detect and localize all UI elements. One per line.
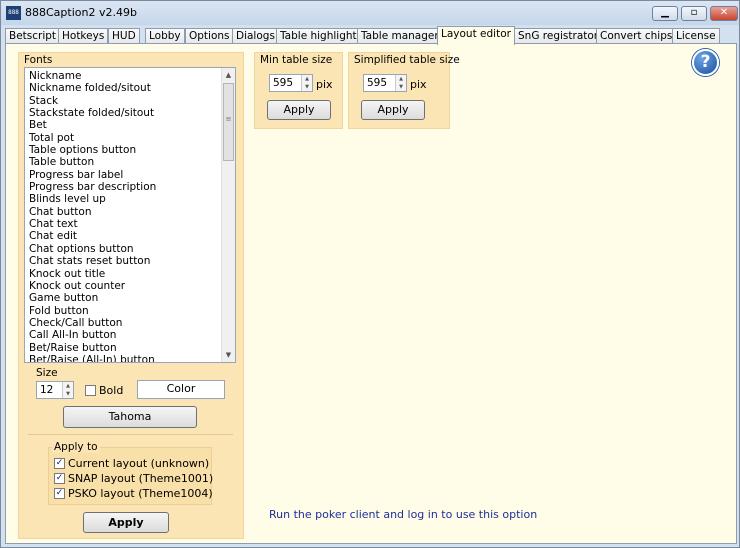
spin-up-icon[interactable]: ▲ <box>302 75 312 83</box>
grip-icon: ≡ <box>225 115 232 123</box>
tab-bar: Betscript Hotkeys HUD Lobby Options Dial… <box>5 26 737 45</box>
list-item[interactable]: Stackstate folded/sitout <box>29 107 235 119</box>
close-button[interactable]: ✕ <box>710 6 738 21</box>
list-item[interactable]: Fold button <box>29 305 235 317</box>
list-item[interactable]: Blinds level up <box>29 193 235 205</box>
apply-fonts-button[interactable]: Apply <box>83 512 169 533</box>
font-element-list[interactable]: Nickname Nickname folded/sitout Stack Stack… <box>24 67 236 363</box>
minimize-button[interactable]: ▁ <box>652 6 678 21</box>
list-item[interactable]: Bet/Raise (All-In) button <box>29 354 235 362</box>
spin-down-icon[interactable]: ▼ <box>63 390 73 398</box>
tab-license[interactable]: License <box>672 28 720 44</box>
tab-hotkeys[interactable]: Hotkeys <box>58 28 109 44</box>
list-item[interactable]: Nickname <box>29 70 235 82</box>
list-item[interactable]: Chat stats reset button <box>29 255 235 267</box>
window-title: 888Caption2 v2.49b <box>25 6 137 19</box>
font-size-value: 12 <box>40 384 54 396</box>
spin-up-icon[interactable]: ▲ <box>63 382 73 390</box>
simplified-table-apply-button[interactable]: Apply <box>361 100 425 120</box>
tab-betscript[interactable]: Betscript <box>5 28 61 44</box>
divider <box>28 434 233 435</box>
title-bar: 888 888Caption2 v2.49b ▁ ▫ ✕ <box>1 1 739 25</box>
list-item[interactable]: Knock out title <box>29 268 235 280</box>
tab-options[interactable]: Options <box>185 28 234 44</box>
scroll-up-icon[interactable]: ▲ <box>222 68 235 82</box>
list-item[interactable]: Bet/Raise button <box>29 342 235 354</box>
size-label: Size <box>36 367 58 379</box>
tab-table-highlight[interactable]: Table highlight <box>276 28 361 44</box>
list-item[interactable]: Chat options button <box>29 243 235 255</box>
font-size-stepper[interactable]: 12 ▲ ▼ <box>36 381 74 399</box>
scroll-thumb[interactable]: ≡ <box>223 83 234 161</box>
close-icon: ✕ <box>719 7 729 18</box>
psko-layout-label: PSKO layout (Theme1004) <box>68 487 213 500</box>
scroll-down-icon[interactable]: ▼ <box>222 348 235 362</box>
simplified-table-size-value: 595 <box>367 77 388 89</box>
list-item[interactable]: Total pot <box>29 132 235 144</box>
min-table-size-value: 595 <box>273 77 294 89</box>
apply-to-label: Apply to <box>52 441 100 453</box>
color-picker[interactable]: Color <box>137 380 225 399</box>
current-layout-label: Current layout (unknown) <box>68 457 210 470</box>
app-window: 888 888Caption2 v2.49b ▁ ▫ ✕ Betscript H… <box>0 0 740 548</box>
list-item[interactable]: Progress bar label <box>29 169 235 181</box>
list-item[interactable]: Table button <box>29 156 235 168</box>
list-item[interactable]: Chat text <box>29 218 235 230</box>
simplified-table-size-label: Simplified table size <box>354 54 460 66</box>
simplified-table-size-unit: pix <box>410 78 427 91</box>
list-item[interactable]: Bet <box>29 119 235 131</box>
maximize-icon: ▫ <box>690 7 698 18</box>
tab-hud[interactable]: HUD <box>108 28 140 44</box>
list-item[interactable]: Knock out counter <box>29 280 235 292</box>
spin-down-icon[interactable]: ▼ <box>302 83 312 91</box>
spin-up-icon[interactable]: ▲ <box>396 75 406 83</box>
list-item[interactable]: Chat edit <box>29 230 235 242</box>
list-item[interactable]: Check/Call button <box>29 317 235 329</box>
list-item[interactable]: Nickname folded/sitout <box>29 82 235 94</box>
tab-lobby[interactable]: Lobby <box>145 28 185 44</box>
tab-dialogs[interactable]: Dialogs <box>232 28 279 44</box>
list-item[interactable]: Stack <box>29 95 235 107</box>
simplified-table-size-stepper[interactable]: 595 ▲ ▼ <box>363 74 407 92</box>
min-table-size-stepper[interactable]: 595 ▲ ▼ <box>269 74 313 92</box>
maximize-button[interactable]: ▫ <box>681 6 707 21</box>
minimize-icon: ▁ <box>661 7 669 18</box>
bold-checkbox[interactable] <box>85 385 96 396</box>
list-item[interactable]: Call All-In button <box>29 329 235 341</box>
tab-table-manager[interactable]: Table manager <box>357 28 443 44</box>
min-table-size-label: Min table size <box>260 54 333 66</box>
tab-convert-chips[interactable]: Convert chips <box>596 28 677 44</box>
status-message: Run the poker client and log in to use t… <box>269 508 538 521</box>
snap-layout-checkbox[interactable]: ✓ <box>54 473 65 484</box>
app-icon: 888 <box>6 6 21 20</box>
list-item[interactable]: Progress bar description <box>29 181 235 193</box>
snap-layout-label: SNAP layout (Theme1001) <box>68 472 214 485</box>
spin-down-icon[interactable]: ▼ <box>396 83 406 91</box>
min-table-size-unit: pix <box>316 78 333 91</box>
list-item[interactable]: Table options button <box>29 144 235 156</box>
fonts-label: Fonts <box>24 54 53 66</box>
tab-layout-editor[interactable]: Layout editor <box>437 26 515 45</box>
list-scrollbar[interactable]: ▲ ≡ ▼ <box>221 68 235 362</box>
min-table-apply-button[interactable]: Apply <box>267 100 331 120</box>
tab-sng-registrator[interactable]: SnG registrator <box>514 28 603 44</box>
current-layout-checkbox[interactable]: ✓ <box>54 458 65 469</box>
font-family-button[interactable]: Tahoma <box>63 406 197 428</box>
bold-label: Bold <box>99 384 124 397</box>
list-item[interactable]: Chat button <box>29 206 235 218</box>
help-icon[interactable]: ? <box>692 49 719 76</box>
psko-layout-checkbox[interactable]: ✓ <box>54 488 65 499</box>
list-item[interactable]: Game button <box>29 292 235 304</box>
